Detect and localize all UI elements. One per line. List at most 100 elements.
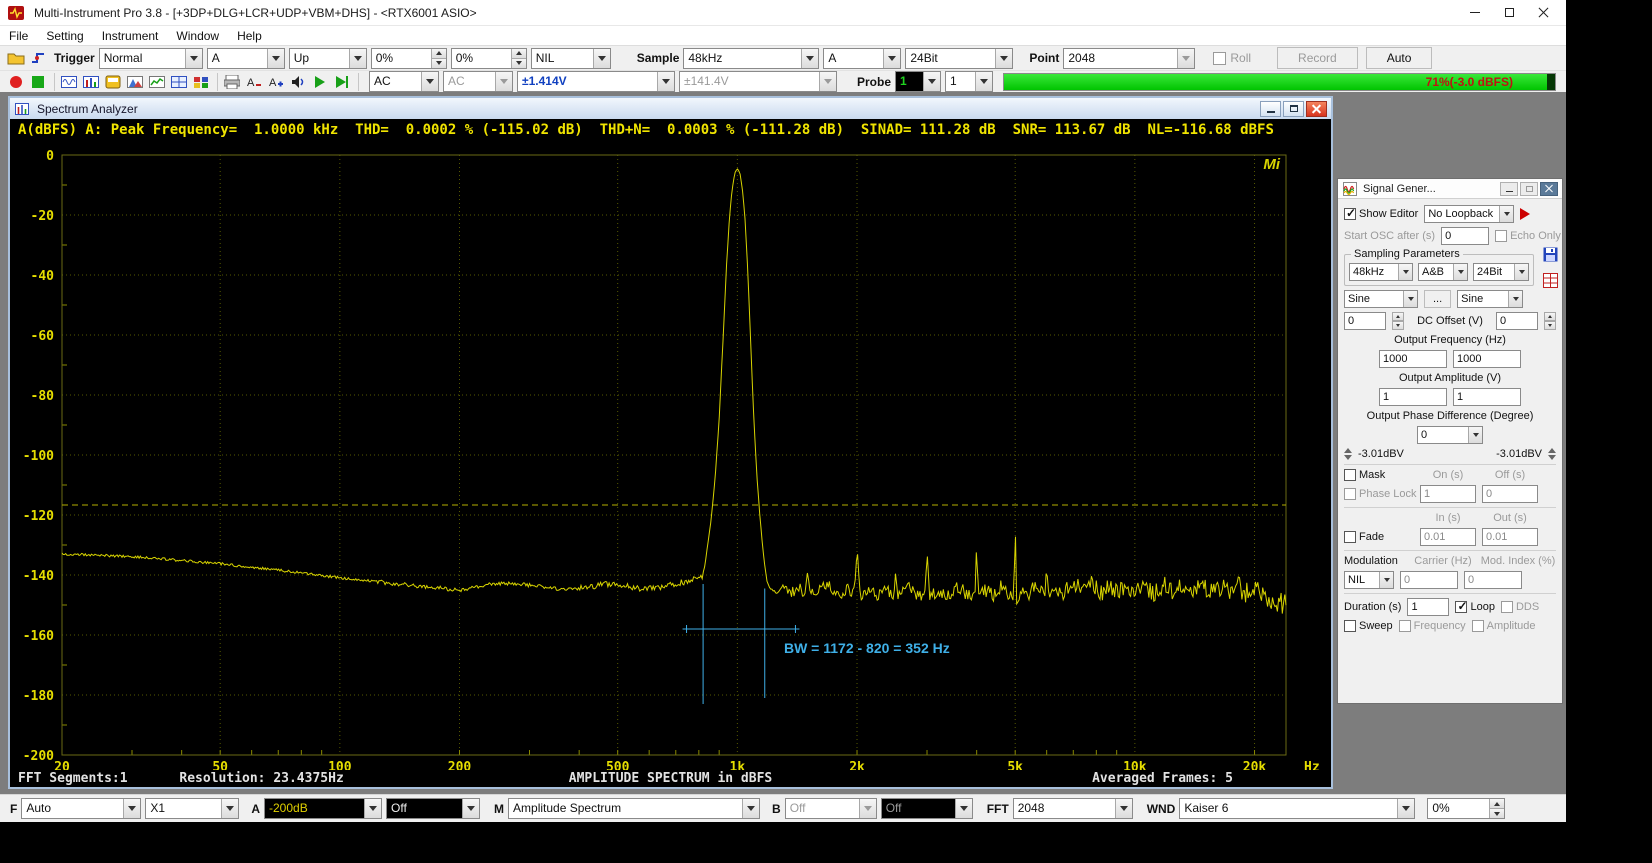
sampling-rate-combo[interactable]: 48kHz [683, 48, 819, 69]
spectrum-analyzer-icon[interactable] [81, 72, 101, 92]
menu-instrument[interactable]: Instrument [93, 29, 168, 43]
dds-table-icon[interactable] [1543, 273, 1558, 291]
roll-checkbox[interactable]: Roll [1213, 51, 1251, 65]
record-icon[interactable] [6, 72, 26, 92]
dds-checkbox[interactable]: DDS [1501, 601, 1539, 613]
spin-down-icon[interactable] [1344, 455, 1352, 460]
range-a-combo[interactable]: ±1.414V [517, 71, 675, 92]
derived-dataset-icon[interactable] [169, 72, 189, 92]
loopback-combo[interactable]: No Loopback [1424, 205, 1514, 223]
maximize-button[interactable] [1492, 0, 1526, 25]
spin-down-icon[interactable] [1490, 809, 1504, 818]
sampling-bits-combo[interactable]: 24Bit [905, 48, 1013, 69]
utilities-icon[interactable] [191, 72, 211, 92]
sweep-checkbox[interactable]: Sweep [1344, 620, 1393, 632]
mod-index-input[interactable] [1464, 571, 1522, 589]
sg-channels-combo[interactable]: A&B [1418, 263, 1468, 281]
trigger-edge-combo[interactable]: Up [289, 48, 367, 69]
sweep-frequency-checkbox[interactable]: Frequency [1399, 620, 1466, 632]
spin-up-icon[interactable] [1344, 448, 1352, 453]
spin-up-icon[interactable] [1490, 799, 1504, 809]
a-range-combo[interactable]: -200dB [264, 798, 382, 819]
app-titlebar[interactable]: Multi-Instrument Pro 3.8 - [+3DP+DLG+LCR… [0, 0, 1566, 26]
spin-up-icon[interactable] [1544, 312, 1556, 321]
fade-in-input[interactable] [1420, 528, 1476, 546]
spin-down-icon[interactable] [1392, 321, 1404, 330]
spin-down-icon[interactable] [1548, 455, 1556, 460]
carrier-input[interactable] [1400, 571, 1458, 589]
show-editor-checkbox[interactable]: Show Editor [1344, 208, 1418, 220]
menu-window[interactable]: Window [167, 29, 228, 43]
start-osc-input[interactable] [1441, 227, 1489, 245]
trigger-delay-spinner[interactable]: 0% [451, 48, 527, 69]
save-icon[interactable] [1543, 247, 1558, 265]
dc-offset-a-input[interactable] [1344, 312, 1386, 330]
wave-editor-button[interactable]: ... [1424, 290, 1451, 308]
sa-close-button[interactable] [1306, 101, 1327, 117]
view-mode-combo[interactable]: Amplitude Spectrum [508, 798, 760, 819]
sg-bits-combo[interactable]: 24Bit [1473, 263, 1529, 281]
duration-input[interactable] [1407, 598, 1449, 616]
fade-out-input[interactable] [1482, 528, 1538, 546]
signal-generator-titlebar[interactable]: Signal Gener... [1338, 179, 1562, 199]
waveform-a-combo[interactable]: Sine [1344, 290, 1418, 308]
phase-lock-checkbox[interactable]: Phase Lock [1344, 488, 1414, 500]
dc-offset-b-input[interactable] [1496, 312, 1538, 330]
probe-a-combo[interactable]: 1 [895, 71, 941, 92]
spin-down-icon[interactable] [1544, 321, 1556, 330]
dc-a-spinner[interactable] [1392, 312, 1404, 330]
zoom-combo[interactable]: X1 [145, 798, 239, 819]
fft-points-combo[interactable]: 2048 [1063, 48, 1195, 69]
record-button[interactable]: Record [1277, 47, 1358, 69]
minimize-button[interactable] [1458, 0, 1492, 25]
dc-b-spinner[interactable] [1544, 312, 1556, 330]
spin-up-icon[interactable] [432, 49, 446, 59]
mask-on-input[interactable] [1420, 485, 1476, 503]
generator-run-button[interactable] [1520, 208, 1530, 220]
fft-size-combo[interactable]: 2048 [1013, 798, 1133, 819]
probe-b-combo[interactable]: 1 [945, 71, 993, 92]
sg-close-button[interactable] [1540, 182, 1558, 196]
a-mode-combo[interactable]: Off [386, 798, 480, 819]
stop-icon[interactable] [28, 72, 48, 92]
oscilloscope-icon[interactable] [59, 72, 79, 92]
close-button[interactable] [1526, 0, 1560, 25]
echo-only-checkbox[interactable]: Echo Only [1495, 230, 1561, 242]
spectrum-plot[interactable]: 0-20-40-60-80-100-120-140-160-180-200205… [10, 141, 1331, 770]
open-file-icon[interactable] [6, 48, 26, 68]
data-logger-icon[interactable] [147, 72, 167, 92]
spin-up-icon[interactable] [512, 49, 526, 59]
spinner-arrows[interactable] [431, 49, 446, 68]
amplitude-b-input[interactable] [1453, 388, 1521, 406]
auto-button[interactable]: Auto [1366, 47, 1433, 69]
play-icon[interactable] [310, 72, 330, 92]
menu-help[interactable]: Help [228, 29, 271, 43]
b-range-combo[interactable]: Off [785, 798, 877, 819]
spin-up-icon[interactable] [1392, 312, 1404, 321]
sweep-amplitude-checkbox[interactable]: Amplitude [1472, 620, 1536, 632]
sampling-channel-combo[interactable]: A [823, 48, 901, 69]
spin-down-icon[interactable] [512, 59, 526, 68]
speaker-icon[interactable] [288, 72, 308, 92]
phase-difference-combo[interactable]: 0 [1417, 426, 1483, 444]
level-a-stepper[interactable] [1344, 448, 1352, 460]
coupling-b-combo[interactable]: AC [443, 71, 513, 92]
loopback-play-icon[interactable] [332, 72, 352, 92]
menu-setting[interactable]: Setting [37, 29, 92, 43]
spin-down-icon[interactable] [432, 59, 446, 68]
sa-restore-button[interactable] [1283, 101, 1304, 117]
spectrum-3d-icon[interactable] [125, 72, 145, 92]
fade-checkbox[interactable]: Fade [1344, 531, 1414, 543]
sa-minimize-button[interactable] [1260, 101, 1281, 117]
freq-axis-combo[interactable]: Auto [21, 798, 141, 819]
pretrigger-combo[interactable]: NIL [531, 48, 611, 69]
b-mode-combo[interactable]: Off [881, 798, 973, 819]
level-b-stepper[interactable] [1548, 448, 1556, 460]
font-decrease-icon[interactable]: A [244, 72, 264, 92]
waveform-b-combo[interactable]: Sine [1457, 290, 1523, 308]
mask-checkbox[interactable]: Mask [1344, 469, 1414, 481]
multimeter-icon[interactable] [103, 72, 123, 92]
sg-sampling-rate-combo[interactable]: 48kHz [1349, 263, 1413, 281]
trigger-source-combo[interactable]: A [207, 48, 285, 69]
range-b-combo[interactable]: ±141.4V [679, 71, 837, 92]
